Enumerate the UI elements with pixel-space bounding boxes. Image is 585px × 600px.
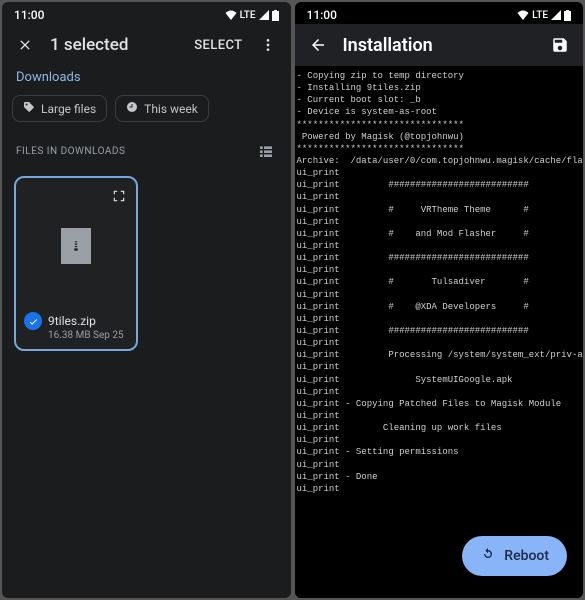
- wifi-icon: [517, 10, 529, 20]
- selected-check-icon: [24, 312, 42, 330]
- selection-appbar: 1 selected SELECT: [2, 24, 291, 66]
- battery-icon: [272, 10, 279, 21]
- appbar-title: Installation: [343, 35, 536, 56]
- save-log-icon[interactable]: [549, 34, 571, 56]
- clock-icon: [126, 101, 138, 116]
- section-header-row: FILES IN DOWNLOADS: [2, 132, 291, 170]
- install-appbar: Installation: [295, 24, 584, 66]
- magisk-install-screen: 11:00 LTE Installation - Copying zip to …: [295, 2, 584, 598]
- chip-this-week[interactable]: This week: [115, 95, 209, 122]
- close-icon[interactable]: [14, 34, 36, 56]
- file-card[interactable]: 9tiles.zip 16.38 MB Sep 25: [14, 176, 138, 351]
- status-bar: 11:00 LTE: [2, 2, 291, 24]
- overflow-menu-icon[interactable]: [257, 34, 279, 56]
- appbar-title: 1 selected: [50, 35, 180, 55]
- chip-label: This week: [144, 102, 198, 116]
- status-time: 11:00: [307, 8, 337, 22]
- reboot-icon: [480, 546, 496, 566]
- status-right: LTE: [225, 10, 279, 21]
- file-picker-screen: 11:00 LTE 1 selected SELECT Downloads: [2, 2, 291, 598]
- status-net: LTE: [532, 10, 548, 21]
- view-list-icon[interactable]: [255, 140, 277, 162]
- reboot-label: Reboot: [504, 548, 549, 564]
- wifi-icon: [225, 10, 237, 20]
- status-time: 11:00: [14, 8, 44, 22]
- breadcrumb[interactable]: Downloads: [2, 66, 291, 95]
- battery-icon: [564, 10, 571, 21]
- install-log[interactable]: - Copying zip to temp directory - Instal…: [295, 66, 584, 598]
- signal-icon: [551, 10, 561, 20]
- status-right: LTE: [517, 10, 571, 21]
- fullscreen-icon: [112, 188, 126, 207]
- back-icon[interactable]: [307, 34, 329, 56]
- file-name: 9tiles.zip: [48, 314, 96, 328]
- zip-file-icon: [61, 228, 91, 264]
- status-net: LTE: [240, 10, 256, 21]
- status-bar: 11:00 LTE: [295, 2, 584, 24]
- file-meta: 9tiles.zip: [24, 306, 128, 330]
- reboot-button[interactable]: Reboot: [462, 536, 567, 576]
- chip-large-files[interactable]: Large files: [12, 95, 107, 122]
- section-header: FILES IN DOWNLOADS: [16, 146, 125, 157]
- signal-icon: [259, 10, 269, 20]
- filter-chips: Large files This week: [2, 95, 291, 132]
- chip-label: Large files: [41, 102, 96, 116]
- tag-icon: [23, 101, 35, 116]
- file-thumbnail: [24, 186, 128, 306]
- select-button[interactable]: SELECT: [194, 38, 242, 53]
- files-grid: 9tiles.zip 16.38 MB Sep 25: [2, 170, 291, 357]
- file-info: 16.38 MB Sep 25: [24, 330, 128, 341]
